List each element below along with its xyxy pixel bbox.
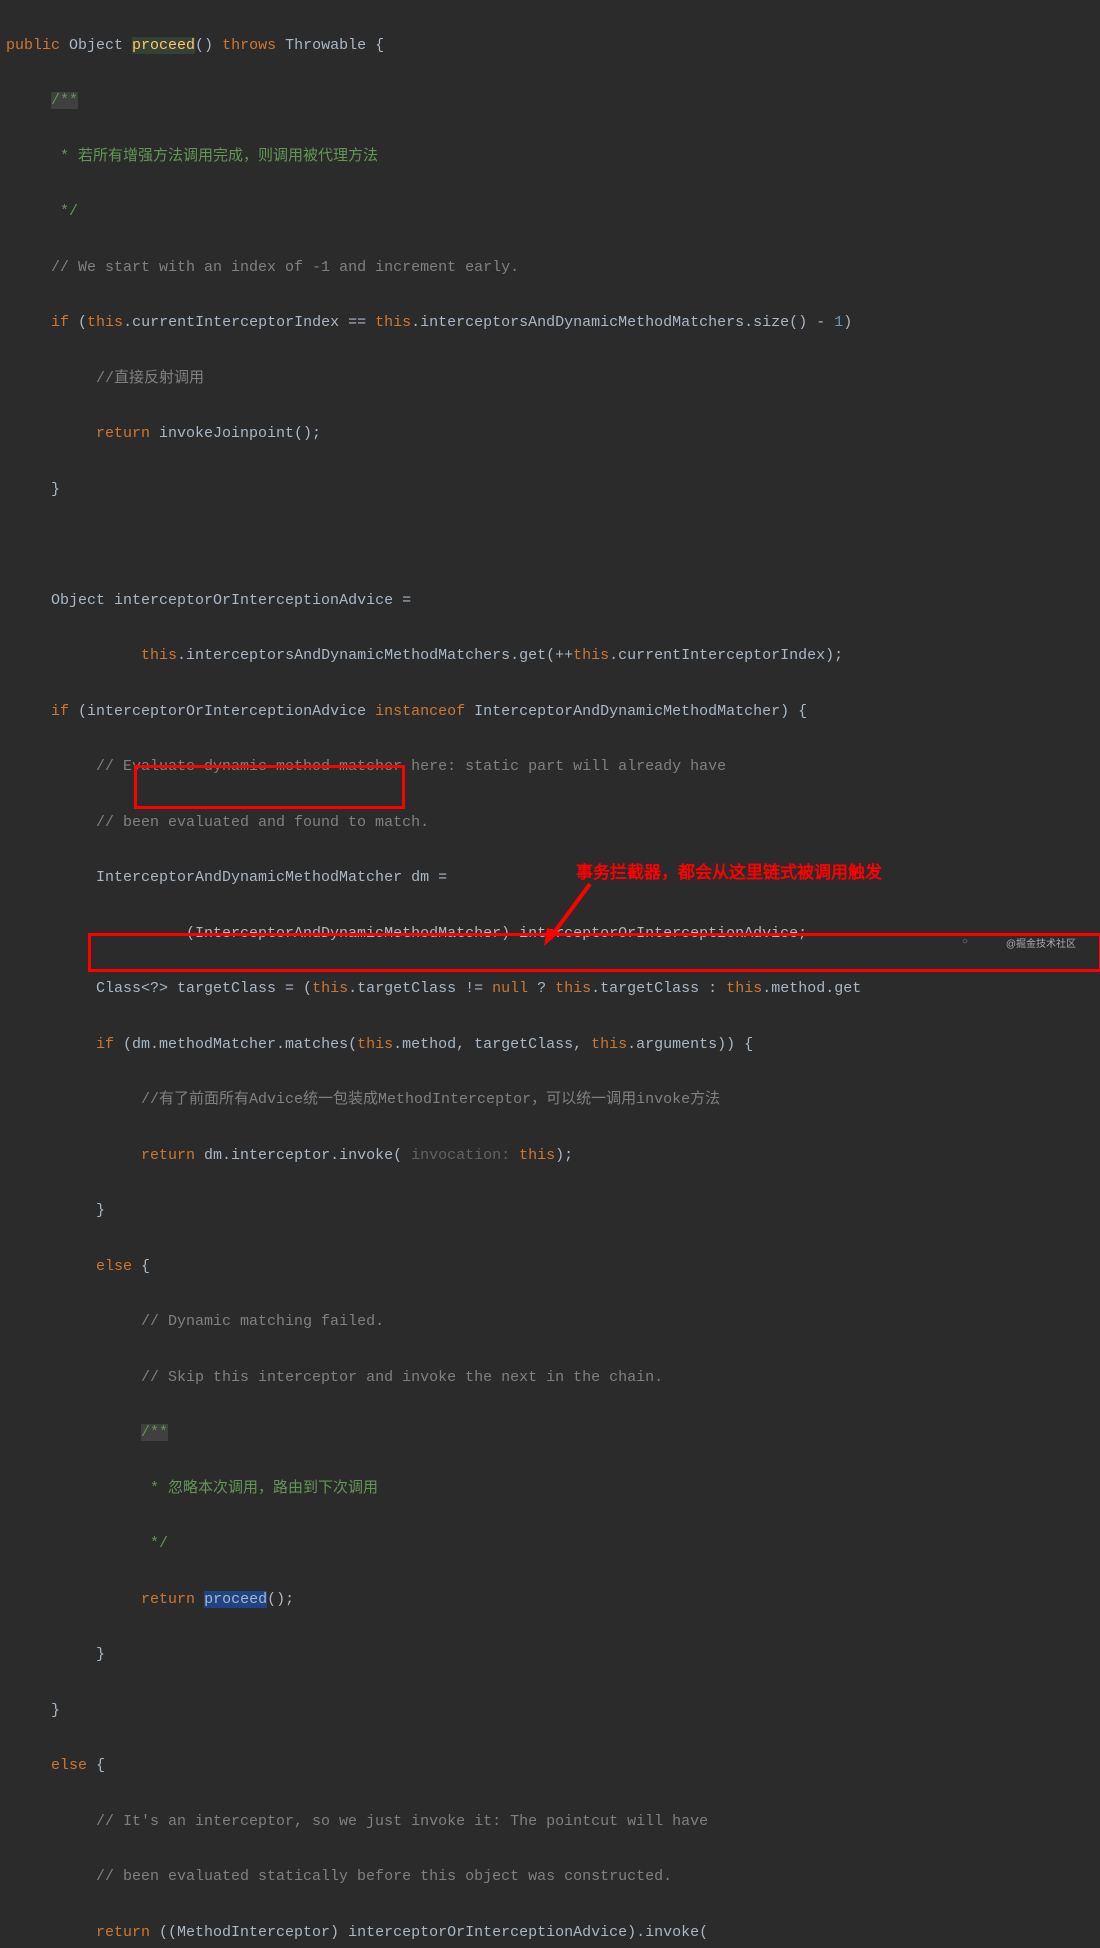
- highlighted-call: proceed: [204, 1591, 267, 1608]
- code-line: }: [6, 476, 1094, 504]
- inline-hint: invocation:: [411, 1147, 519, 1164]
- code-line: if (interceptorOrInterceptionAdvice inst…: [6, 698, 1094, 726]
- code-line: return dm.interceptor.invoke( invocation…: [6, 1142, 1094, 1170]
- code-line: }: [6, 1197, 1094, 1225]
- code-line: */: [6, 1530, 1094, 1558]
- code-line: // been evaluated and found to match.: [6, 809, 1094, 837]
- caret-indicator: ○: [962, 934, 968, 953]
- annotation-text: 事务拦截器，都会从这里链式被调用触发: [576, 857, 882, 888]
- watermark: @掘金技术社区: [1006, 936, 1076, 955]
- code-line: // Skip this interceptor and invoke the …: [6, 1364, 1094, 1392]
- code-line: // We start with an index of -1 and incr…: [6, 254, 1094, 282]
- comment: // We start with an index of -1 and incr…: [51, 259, 519, 276]
- code-line: else {: [6, 1752, 1094, 1780]
- code-editor[interactable]: public Object proceed() throws Throwable…: [0, 0, 1100, 1948]
- code-line: // been evaluated statically before this…: [6, 1863, 1094, 1891]
- keyword-public: public: [6, 37, 60, 54]
- code-line: /**: [6, 1419, 1094, 1447]
- code-line: Object interceptorOrInterceptionAdvice =: [6, 587, 1094, 615]
- code-line: [6, 531, 1094, 559]
- code-line: this.interceptorsAndDynamicMethodMatcher…: [6, 642, 1094, 670]
- code-line: //直接反射调用: [6, 365, 1094, 393]
- code-line: return invokeJoinpoint();: [6, 420, 1094, 448]
- code-line: return proceed();: [6, 1586, 1094, 1614]
- code-line: * 忽略本次调用，路由到下次调用: [6, 1475, 1094, 1503]
- method-name: proceed: [132, 37, 195, 54]
- code-line: else {: [6, 1253, 1094, 1281]
- doc-comment: 若所有增强方法调用完成，则调用被代理方法: [69, 148, 378, 165]
- code-line: }: [6, 1641, 1094, 1669]
- doc-comment-open: /**: [51, 92, 78, 109]
- code-line: }: [6, 1697, 1094, 1725]
- code-line: //有了前面所有Advice统一包装成MethodInterceptor，可以统…: [6, 1086, 1094, 1114]
- code-line: // Evaluate dynamic method matcher here:…: [6, 753, 1094, 781]
- code-line: if (dm.methodMatcher.matches(this.method…: [6, 1031, 1094, 1059]
- code-line: // It's an interceptor, so we just invok…: [6, 1808, 1094, 1836]
- code-line: public Object proceed() throws Throwable…: [6, 32, 1094, 60]
- code-line: InterceptorAndDynamicMethodMatcher dm =: [6, 864, 1094, 892]
- code-line: */: [6, 198, 1094, 226]
- code-line: /**: [6, 87, 1094, 115]
- code-line: return ((MethodInterceptor) interceptorO…: [6, 1919, 1094, 1947]
- code-line: (InterceptorAndDynamicMethodMatcher) int…: [6, 920, 1094, 948]
- code-line: Class<?> targetClass = (this.targetClass…: [6, 975, 1094, 1003]
- code-line: if (this.currentInterceptorIndex == this…: [6, 309, 1094, 337]
- code-line: // Dynamic matching failed.: [6, 1308, 1094, 1336]
- code-line: * 若所有增强方法调用完成，则调用被代理方法: [6, 143, 1094, 171]
